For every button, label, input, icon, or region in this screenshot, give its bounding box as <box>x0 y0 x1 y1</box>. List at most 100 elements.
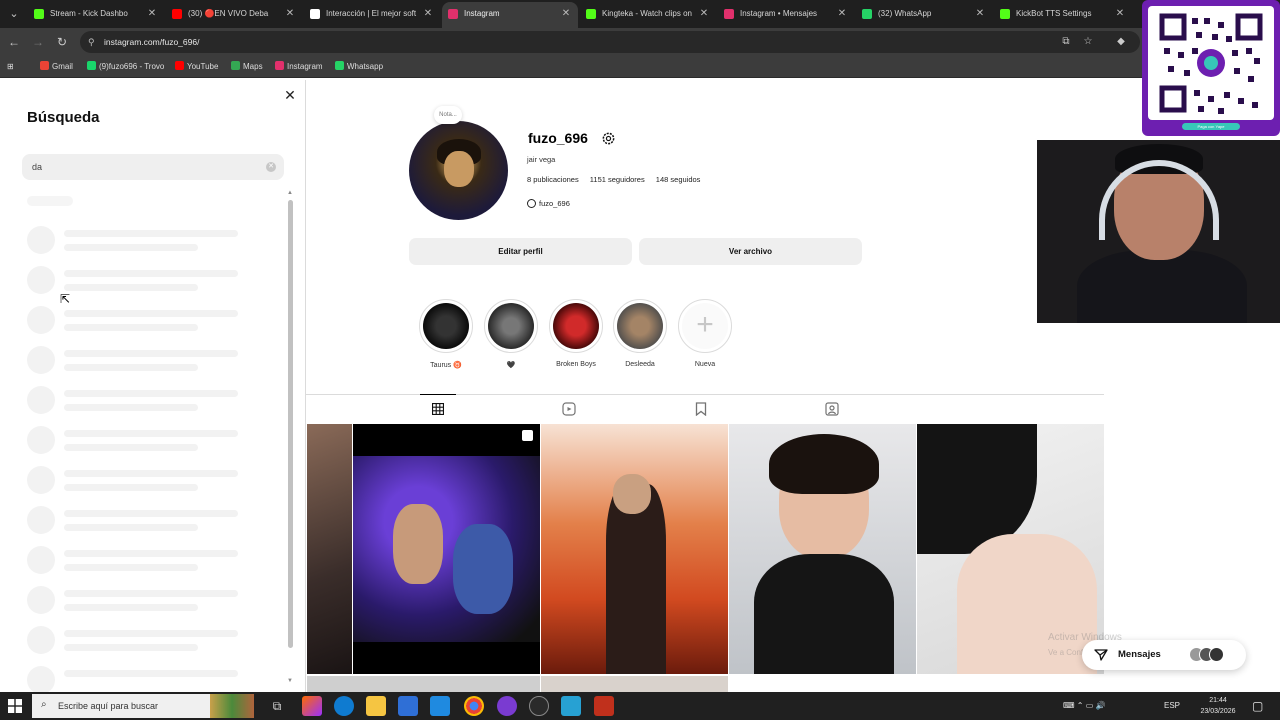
tab-search-icon[interactable]: ⌄ <box>4 4 24 24</box>
loading-skeleton-row <box>27 546 247 576</box>
story-highlight[interactable]: Broken Boys <box>548 299 604 379</box>
close-icon[interactable]: ✕ <box>284 2 296 26</box>
clock-time: 21:44 <box>1209 697 1227 704</box>
trovo-icon <box>87 61 96 70</box>
close-icon[interactable]: ✕ <box>1114 2 1126 26</box>
close-icon[interactable]: ✕ <box>422 2 434 26</box>
file-explorer-icon[interactable] <box>366 696 386 716</box>
search-input[interactable]: da ✕ <box>22 154 284 180</box>
windows-start-icon[interactable] <box>8 699 22 713</box>
edit-profile-button[interactable]: Editar perfil <box>409 238 632 265</box>
qr-code <box>1148 6 1274 120</box>
threads-handle: fuzo_696 <box>539 199 570 208</box>
followers-count[interactable]: 1151 seguidores <box>590 175 645 184</box>
taskbar-clock[interactable]: 21:44 23/03/2026 <box>1196 695 1240 717</box>
apps-icon[interactable]: ⊞ <box>7 56 14 78</box>
highlight-label: Desleeda <box>625 361 655 368</box>
chrome-icon[interactable] <box>464 696 484 716</box>
story-highlight[interactable]: Desleeda <box>612 299 668 379</box>
bookmark-instagram[interactable]: Instagram <box>275 56 323 78</box>
threads-link[interactable]: fuzo_696 <box>527 199 570 208</box>
posts-count: 8 publicaciones <box>527 175 579 184</box>
bookmark-star-icon[interactable]: ☆ <box>1080 34 1096 50</box>
settings-gear-icon[interactable] <box>601 131 616 146</box>
bookmark-trovo[interactable]: (9)fuzo696 - Trovo <box>87 56 164 78</box>
close-icon[interactable]: ✕ <box>146 2 158 26</box>
post-thumbnail[interactable] <box>307 676 540 692</box>
note-bubble[interactable]: Nota... <box>434 106 462 124</box>
app-icon[interactable] <box>594 696 614 716</box>
browser-tab[interactable]: Stream - Kick Dashbo ✕ <box>28 2 164 26</box>
post-thumbnail[interactable] <box>307 424 352 674</box>
post-thumbnail[interactable] <box>541 676 728 692</box>
tab-reels[interactable] <box>551 395 587 424</box>
address-bar[interactable]: ⚲ instagram.com/fuzo_696/ <box>80 31 1140 53</box>
story-highlight[interactable]: 🖤 <box>483 299 539 379</box>
scroll-down-icon[interactable]: ▼ <box>286 678 294 684</box>
tray-icons[interactable]: ⌨ ⌃ ▭ 🔊 <box>1063 692 1105 720</box>
browser-tab[interactable]: Kingteka - Watch clips on ✕ <box>580 2 716 26</box>
reload-icon[interactable]: ↻ <box>54 34 70 50</box>
browser-tab[interactable]: (30) 🔴EN VIVO Deba ✕ <box>166 2 302 26</box>
scrollbar[interactable]: ▲ ▼ <box>286 190 294 688</box>
post-thumbnail[interactable] <box>729 424 916 674</box>
post-thumbnail[interactable] <box>541 424 728 674</box>
bookmark-youtube[interactable]: YouTube <box>175 56 218 78</box>
language-indicator[interactable]: ESP <box>1164 692 1180 720</box>
browser-tab[interactable]: Instagram • Mensajes ✕ <box>718 2 854 26</box>
new-highlight-button[interactable]: + Nueva <box>677 299 733 379</box>
scrollbar-thumb[interactable] <box>288 200 293 648</box>
tab-saved[interactable] <box>683 395 719 424</box>
close-icon[interactable]: ✕ <box>836 2 848 26</box>
scroll-up-icon[interactable]: ▲ <box>286 190 294 196</box>
install-icon[interactable]: ⧉ <box>1058 34 1074 50</box>
app-icon[interactable] <box>561 696 581 716</box>
reel-icon <box>522 430 533 441</box>
browser-tab[interactable]: (32) WhatsApp ✕ <box>856 2 992 26</box>
store-icon[interactable] <box>398 696 418 716</box>
highlight-label: 🖤 <box>506 362 516 369</box>
clear-search-icon[interactable]: ✕ <box>266 162 276 172</box>
view-archive-button[interactable]: Ver archivo <box>639 238 862 265</box>
site-info-icon[interactable]: ⚲ <box>88 36 100 48</box>
notification-icon[interactable]: ▢ <box>1252 692 1263 720</box>
profile-avatar[interactable] <box>409 121 508 220</box>
search-input-value: da <box>32 162 43 172</box>
tab-posts[interactable] <box>420 394 456 423</box>
browser-tab[interactable]: Interacción | El mejor soft ✕ <box>304 2 440 26</box>
tab-tagged[interactable] <box>814 395 850 424</box>
whatsapp-icon <box>335 61 344 70</box>
bookmark-whatsapp[interactable]: Whatsapp <box>335 56 383 78</box>
mail-icon[interactable] <box>430 696 450 716</box>
search-title: Búsqueda <box>27 109 100 126</box>
taskbar-search[interactable]: ⌕ Escribe aquí para buscar <box>32 694 254 718</box>
mouse-cursor-icon: ⇱ <box>60 292 71 306</box>
bookmark-maps[interactable]: Maps <box>231 56 263 78</box>
youtube-icon <box>172 9 182 19</box>
app-icon[interactable] <box>497 696 517 716</box>
messages-button[interactable]: Mensajes <box>1082 640 1246 670</box>
profile-username: fuzo_696 <box>528 130 588 146</box>
extension-icon[interactable]: ◆ <box>1113 34 1129 50</box>
browser-tab-active[interactable]: Instagram ✕ <box>442 2 578 28</box>
close-icon[interactable]: ✕ <box>974 2 986 26</box>
close-icon[interactable]: ✕ <box>560 2 572 26</box>
edge-icon[interactable] <box>334 696 354 716</box>
following-count[interactable]: 148 seguidos <box>656 175 701 184</box>
whatsapp-icon <box>862 9 872 19</box>
qr-code-card: Paga con Yape <box>1142 0 1280 136</box>
close-icon[interactable]: ✕ <box>698 2 710 26</box>
obs-icon[interactable] <box>529 696 549 716</box>
post-thumbnail[interactable] <box>353 424 540 674</box>
bookmark-gmail[interactable]: Gmail <box>40 56 73 78</box>
bookmark-icon <box>695 402 707 417</box>
close-icon[interactable]: ✕ <box>283 88 297 102</box>
app-icon[interactable] <box>302 696 322 716</box>
forward-icon[interactable]: → <box>30 34 46 50</box>
plus-icon: + <box>682 303 728 349</box>
story-highlight[interactable]: Taurus ♉ <box>418 299 474 379</box>
task-view-icon[interactable]: ⧉ <box>267 696 287 716</box>
back-icon[interactable]: ← <box>6 34 22 50</box>
browser-tab[interactable]: KickBot TTS Settings ✕ <box>994 2 1132 26</box>
highlight-label: Broken Boys <box>556 361 596 368</box>
